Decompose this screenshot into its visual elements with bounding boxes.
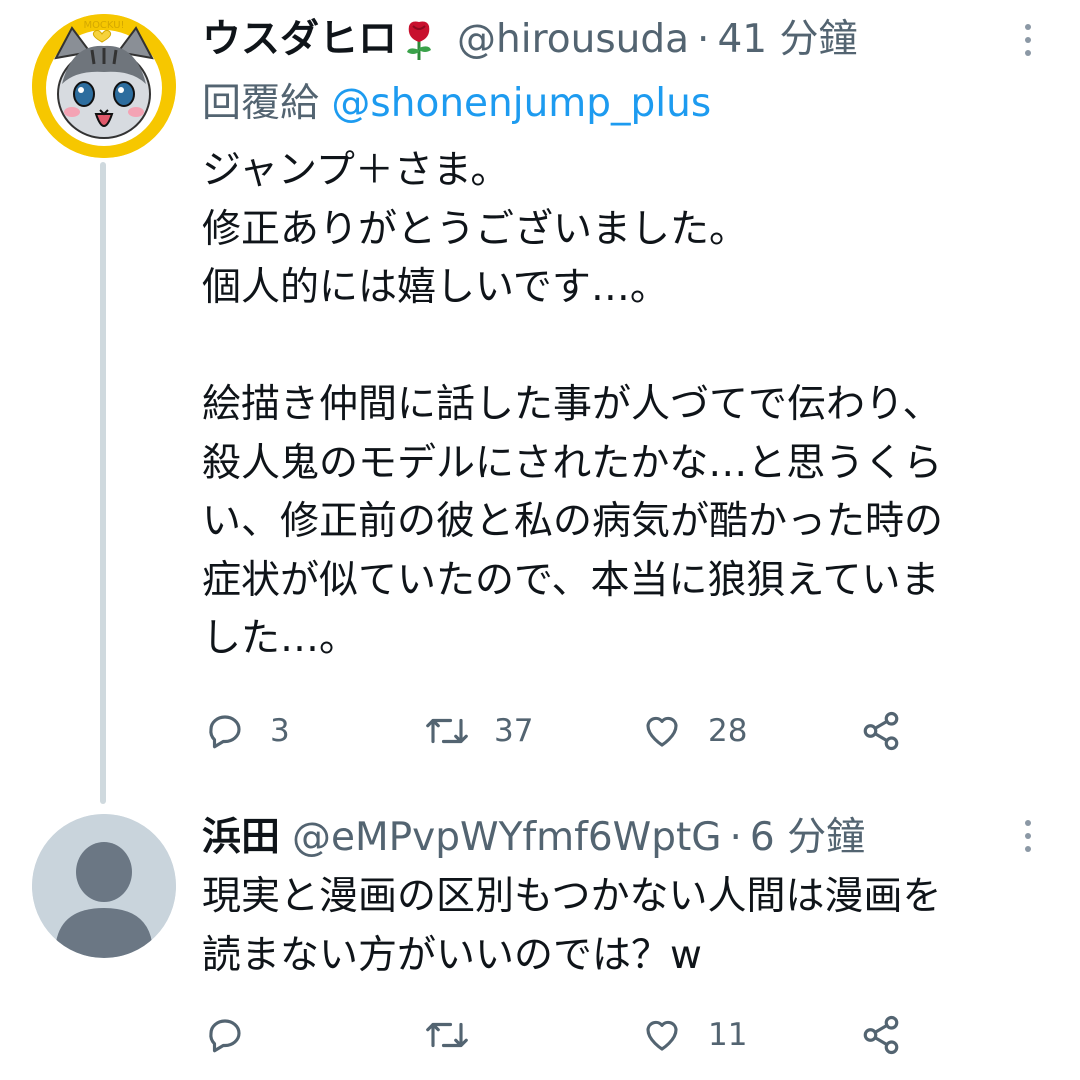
tweet-thread: MOCKU! ウスダヒロ @hirousuda · 41 分鐘 回覆給 @sho…	[0, 0, 1080, 1080]
user-handle[interactable]: @eMPvpWYfmf6WptG	[292, 808, 721, 868]
reply-count: 3	[270, 713, 290, 749]
tweet-timestamp[interactable]: 41 分鐘	[717, 10, 857, 70]
reply-icon	[209, 715, 241, 749]
tweet-text-line: 現実と漫画の区別もつかない人間は漫画を	[202, 874, 942, 919]
tweet-text-line: 修正ありがとうございました。	[202, 206, 749, 252]
tweet-text-line: い、修正前の彼と私の病気が酷かった時の	[202, 499, 944, 544]
tweet-text-line	[202, 318, 1042, 377]
reply-to-mention-link[interactable]: @shonenjump_plus	[331, 81, 711, 126]
retweet-count: 37	[494, 713, 534, 749]
reply-to-line: 回覆給 @shonenjump_plus	[202, 76, 711, 132]
cat-avatar-icon: MOCKU!	[32, 14, 176, 158]
user-avatar[interactable]: MOCKU!	[32, 14, 176, 158]
reply-button[interactable]	[204, 1010, 270, 1060]
heart-icon	[646, 1020, 678, 1051]
separator-dot: ·	[697, 17, 710, 62]
tweet-text-line: 読まない方がいいのでは？w	[202, 932, 702, 978]
rose-icon	[401, 18, 437, 62]
tweet-actions: 3 37 28	[204, 706, 924, 756]
tweet-text-line: 症状が似ていたので、本当に狼狽えていま	[202, 557, 940, 603]
user-handle[interactable]: @hirousuda	[457, 10, 689, 70]
default-avatar-icon	[32, 814, 176, 958]
tweet-timestamp[interactable]: 6 分鐘	[750, 808, 865, 868]
tweet-body: 現実と漫画の区別もつかない人間は漫画を 読まない方がいいのでは？w	[202, 868, 1042, 985]
display-name[interactable]: ウスダヒロ	[202, 10, 397, 70]
thread-connector-line	[100, 162, 106, 804]
like-button[interactable]: 11	[640, 1010, 747, 1060]
retweet-button[interactable]	[424, 1010, 494, 1060]
tweet-header: 浜田 @eMPvpWYfmf6WptG · 6 分鐘	[202, 808, 865, 868]
reply-to-label: 回覆給	[202, 81, 320, 126]
tweet-body: ジャンプ＋さま。 修正ありがとうございました。 個人的には嬉しいです…。 絵描き…	[202, 142, 1042, 669]
share-icon	[863, 711, 899, 751]
reply-icon	[209, 1019, 241, 1053]
retweet-button[interactable]: 37	[424, 706, 533, 756]
retweet-icon	[426, 1022, 468, 1048]
tweet-text-line: ジャンプ＋さま。	[202, 148, 510, 193]
share-icon	[863, 1015, 899, 1055]
like-button[interactable]: 28	[640, 706, 747, 756]
share-button[interactable]	[860, 706, 902, 756]
tweet-text-line: 殺人鬼のモデルにされたかな…と思うくら	[202, 440, 943, 486]
heart-icon	[646, 716, 678, 747]
reply-button[interactable]: 3	[204, 706, 290, 756]
svg-text:MOCKU!: MOCKU!	[83, 20, 124, 31]
separator-dot: ·	[729, 815, 742, 860]
tweet-header: ウスダヒロ @hirousuda · 41 分鐘	[202, 10, 857, 70]
more-options-icon[interactable]	[1016, 20, 1040, 60]
retweet-icon	[426, 718, 468, 744]
like-count: 11	[708, 1017, 748, 1053]
share-button[interactable]	[860, 1010, 902, 1060]
user-avatar[interactable]	[32, 814, 176, 958]
tweet-actions: 11	[204, 1010, 924, 1060]
display-name[interactable]: 浜田	[202, 808, 280, 868]
tweet-text-line: 個人的には嬉しいです…。	[202, 265, 669, 310]
tweet-text-line: 絵描き仲間に話した事が人づてで伝わり、	[202, 382, 942, 427]
tweet-text-line: した…。	[202, 616, 359, 661]
like-count: 28	[708, 713, 748, 749]
more-options-icon[interactable]	[1016, 816, 1040, 856]
